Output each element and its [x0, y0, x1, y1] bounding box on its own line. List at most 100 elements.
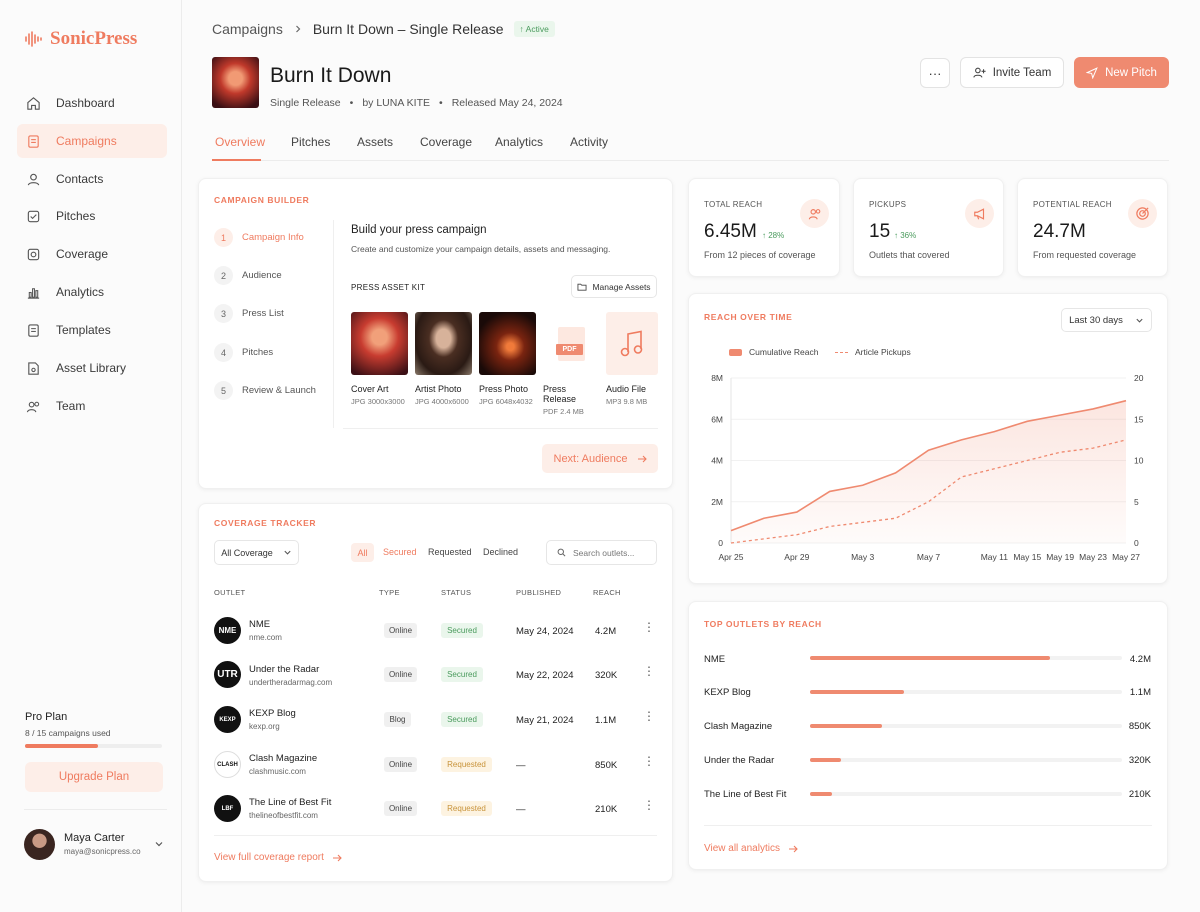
outlet-name[interactable]: KEXP Blog: [249, 708, 296, 719]
top-outlet-name: Clash Magazine: [704, 721, 773, 732]
next-audience-button[interactable]: Next: Audience: [542, 444, 658, 473]
sidebar-item-analytics[interactable]: Analytics: [17, 275, 167, 309]
tab-pitches[interactable]: Pitches: [291, 135, 330, 149]
tab-assets[interactable]: Assets: [357, 135, 393, 149]
sidebar-item-campaigns[interactable]: Campaigns: [17, 124, 167, 158]
upgrade-plan-button[interactable]: Upgrade Plan: [25, 762, 163, 792]
row-actions-icon[interactable]: ⋮: [643, 755, 655, 767]
pdf-file-icon: PDF: [556, 326, 585, 361]
sidebar-item-pitches[interactable]: Pitches: [17, 199, 167, 233]
audio-thumbnail: [606, 312, 658, 375]
more-options-button[interactable]: ···: [920, 58, 950, 88]
asset-press-photo[interactable]: Press Photo JPG 6048x4032: [479, 312, 537, 406]
outlet-name[interactable]: The Line of Best Fit: [249, 797, 331, 808]
row-actions-icon[interactable]: ⋮: [643, 799, 655, 811]
top-outlet-value: 320K: [1128, 755, 1151, 766]
kpi-change: ↑ 36%: [894, 231, 917, 240]
outlet-url: undertheradarmag.com: [249, 678, 333, 687]
step-pitches[interactable]: 4 Pitches: [214, 343, 273, 362]
user-email: maya@sonicpress.co: [64, 847, 141, 856]
asset-name: Press Photo: [479, 384, 529, 394]
asset-press-release[interactable]: PDF Press Release PDF 2.4 MB: [543, 312, 601, 416]
filter-declined[interactable]: Declined: [483, 547, 518, 557]
release-type: Single Release: [270, 97, 341, 109]
step-label: Review & Launch: [242, 385, 316, 396]
sidebar-item-templates[interactable]: Templates: [17, 313, 167, 347]
date-range-label: Last 30 days: [1069, 314, 1123, 326]
top-outlets-card: [688, 601, 1168, 870]
type-badge: Online: [384, 801, 417, 816]
avatar: [24, 828, 55, 860]
legend-swatch: [835, 351, 848, 353]
new-pitch-button[interactable]: New Pitch: [1074, 57, 1169, 88]
step-campaign-info[interactable]: 1 Campaign Info: [214, 228, 304, 247]
legend-label: Article Pickups: [855, 347, 911, 357]
invite-team-button[interactable]: Invite Team: [960, 57, 1064, 88]
tab-coverage[interactable]: Coverage: [420, 135, 472, 149]
y-tick-label: 8M: [711, 373, 723, 383]
asset-artist-photo[interactable]: Artist Photo JPG 4000x6000: [415, 312, 473, 406]
asset-meta: MP3 9.8 MB: [606, 397, 648, 406]
step-number: 3: [214, 304, 233, 323]
row-actions-icon[interactable]: ⋮: [643, 710, 655, 722]
step-review-launch[interactable]: 5 Review & Launch: [214, 381, 316, 400]
filter-secured[interactable]: Secured: [383, 547, 417, 557]
outlet-name[interactable]: Under the Radar: [249, 664, 319, 675]
folder-icon: [577, 283, 587, 291]
row-actions-icon[interactable]: ⋮: [643, 621, 655, 633]
tab-analytics[interactable]: Analytics: [495, 135, 543, 149]
top-outlet-bar: [810, 690, 1122, 694]
asset-audio-file[interactable]: Audio File MP3 9.8 MB: [606, 312, 664, 406]
tab-activity[interactable]: Activity: [570, 135, 608, 149]
meta-separator: •: [439, 97, 443, 109]
x-tick-label: May 11: [981, 552, 1009, 562]
pdf-badge: PDF: [556, 343, 583, 355]
y-right-tick-label: 5: [1134, 497, 1139, 507]
asset-cover-art[interactable]: Cover Art JPG 3000x3000: [351, 312, 409, 406]
press-kit-title: PRESS ASSET KIT: [351, 283, 426, 292]
date-range-select[interactable]: Last 30 days: [1061, 308, 1152, 332]
view-all-analytics-link[interactable]: View all analytics: [704, 843, 798, 854]
manage-assets-button[interactable]: Manage Assets: [571, 275, 657, 298]
outlet-name[interactable]: NME: [249, 619, 270, 630]
sidebar-item-team[interactable]: Team: [17, 389, 167, 423]
asset-meta: JPG 3000x3000: [351, 397, 405, 406]
breadcrumb-root[interactable]: Campaigns: [212, 21, 283, 37]
user-menu[interactable]: Maya Carter maya@sonicpress.co: [24, 827, 164, 861]
templates-icon: [28, 323, 39, 337]
top-outlet-bar-fill: [810, 792, 832, 796]
active-tab-indicator: [212, 159, 261, 161]
step-audience[interactable]: 2 Audience: [214, 266, 282, 285]
sidebar-item-coverage[interactable]: Coverage: [17, 237, 167, 271]
chevron-down-icon: [1136, 318, 1143, 323]
asset-name: Audio File: [606, 384, 647, 394]
coverage-tracker-title: COVERAGE TRACKER: [214, 518, 317, 528]
filter-all[interactable]: All: [351, 543, 374, 562]
column-header-outlet: OUTLET: [214, 588, 246, 597]
sidebar-item-contacts[interactable]: Contacts: [17, 162, 167, 196]
coverage-filter-select[interactable]: All Coverage: [214, 540, 299, 565]
app-logo[interactable]: SonicPress: [24, 28, 137, 50]
sidebar-item-asset-library[interactable]: Asset Library: [17, 351, 167, 385]
top-outlet-bar: [810, 758, 1122, 762]
y-right-tick-label: 20: [1134, 373, 1144, 383]
filter-requested[interactable]: Requested: [428, 547, 472, 557]
tab-overview[interactable]: Overview: [215, 135, 265, 149]
step-press-list[interactable]: 3 Press List: [214, 304, 284, 323]
y-tick-label: 6M: [711, 414, 723, 424]
outlets-footer-divider: [704, 825, 1152, 826]
reach-value: 850K: [595, 760, 618, 771]
outlet-name[interactable]: Clash Magazine: [249, 753, 317, 764]
campaign-icon: [28, 134, 39, 148]
top-outlet-name: KEXP Blog: [704, 687, 751, 698]
sidebar-item-dashboard[interactable]: Dashboard: [17, 86, 167, 120]
published-date: —: [516, 760, 526, 771]
reach-value: 210K: [595, 804, 618, 815]
top-outlet-name: The Line of Best Fit: [704, 789, 787, 800]
kpi-subtext: From requested coverage: [1033, 250, 1137, 260]
top-outlet-bar-fill: [810, 656, 1051, 660]
search-outlets-field[interactable]: Search outlets...: [546, 540, 657, 565]
view-coverage-report-link[interactable]: View full coverage report: [214, 852, 342, 863]
outlet-logo: NME: [214, 617, 241, 644]
row-actions-icon[interactable]: ⋮: [643, 665, 655, 677]
